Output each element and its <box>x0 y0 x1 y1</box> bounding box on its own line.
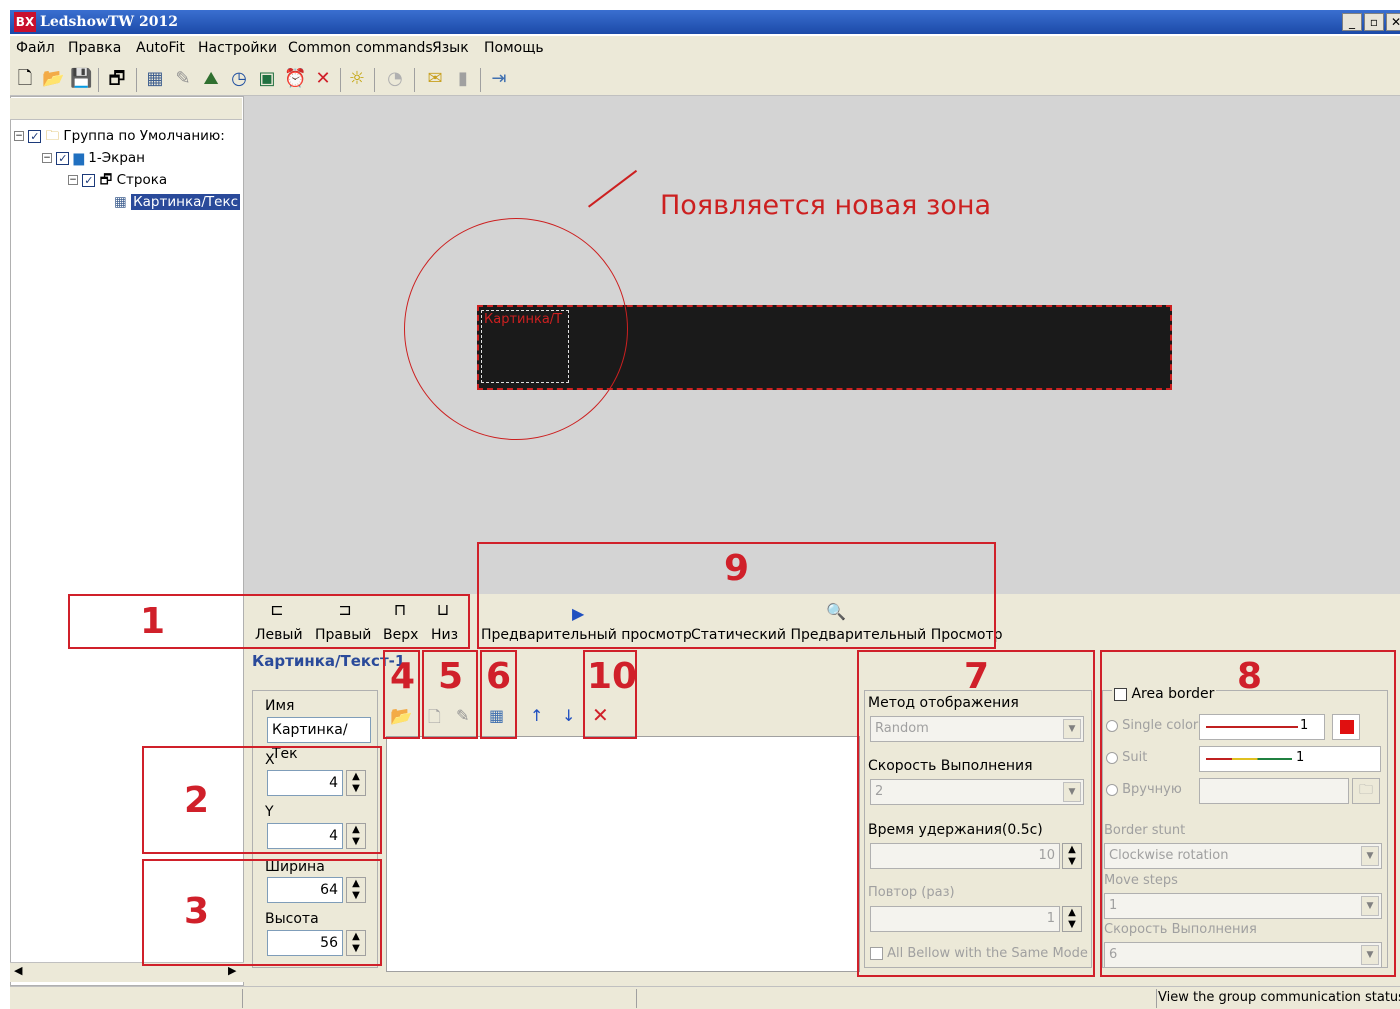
maximize-button[interactable]: ▫ <box>1364 13 1384 31</box>
toolbar-separator <box>480 68 481 92</box>
status-divider <box>242 989 243 1008</box>
tree-row-label: Строка <box>116 172 168 188</box>
name-label: Имя <box>265 698 295 714</box>
callout-box-2 <box>142 746 382 854</box>
save-icon[interactable]: 💾 <box>70 68 92 90</box>
usb-icon[interactable]: ▮ <box>452 68 474 90</box>
callout-box-1 <box>68 594 470 649</box>
move-up-icon[interactable]: ↑ <box>530 706 543 725</box>
window-title: LedshowTW 2012 <box>40 14 178 30</box>
menu-file[interactable]: Файл <box>16 40 55 56</box>
callout-number-1: 1 <box>140 601 166 642</box>
send-icon[interactable]: ✉ <box>424 68 446 90</box>
open-folder-icon[interactable]: 📂 <box>42 68 64 90</box>
callout-box-8 <box>1100 650 1396 977</box>
toolbar-separator <box>98 68 99 92</box>
tree-item-label: Картинка/Текс <box>131 194 241 210</box>
collapse-icon[interactable]: − <box>42 153 52 163</box>
delete-icon[interactable]: ✕ <box>312 68 334 90</box>
callout-box-3 <box>142 859 382 966</box>
callout-box-7 <box>857 650 1095 977</box>
main-toolbar: 🗋 📂 💾 🗗 ▦ ✎ ⛰ ◷ ▣ ⏰ ✕ ☼ ◔ ✉ ▮ ⇥ <box>10 62 1400 96</box>
clock-icon[interactable]: ◷ <box>228 68 250 90</box>
menu-common-commands[interactable]: Common commands <box>288 40 433 56</box>
status-divider <box>1156 989 1157 1008</box>
menu-settings[interactable]: Настройки <box>198 40 277 56</box>
app-logo: BX <box>14 12 36 32</box>
picture-text-icon: ▦ <box>114 194 127 210</box>
tree-header <box>10 98 242 120</box>
callout-number-9: 9 <box>724 548 750 589</box>
checkbox-checked-icon[interactable]: ✓ <box>82 173 96 187</box>
collapse-icon[interactable]: − <box>68 175 78 185</box>
monitor-icon: ▆ <box>73 150 84 166</box>
status-divider <box>636 989 637 1008</box>
toolbar-separator <box>340 68 341 92</box>
scroll-left-icon[interactable]: ◀ <box>14 964 22 977</box>
tree-screen-label: 1-Экран <box>88 150 145 166</box>
callout-number-8: 8 <box>1237 656 1263 697</box>
status-text: View the group communication status <box>1158 990 1400 1005</box>
tree-group-label: Группа по Умолчанию: <box>63 128 225 144</box>
picture-text-icon[interactable]: ▦ <box>144 68 166 90</box>
folder-icon: 🗀 <box>45 128 60 144</box>
exit-icon[interactable]: ⇥ <box>488 68 510 90</box>
tree-screen[interactable]: − ✓ ▆ 1-Экран <box>42 148 145 168</box>
toolbar-separator <box>414 68 415 92</box>
callout-number-6: 6 <box>486 656 512 697</box>
name-field[interactable]: Картинка/Тек <box>267 717 371 762</box>
item-list[interactable] <box>386 736 860 972</box>
tree-item[interactable]: ▦ Картинка/Текс <box>114 192 244 212</box>
timer-icon[interactable]: ◔ <box>384 68 406 90</box>
windows-icon[interactable]: 🗗 <box>106 68 128 90</box>
menu-help[interactable]: Помощь <box>484 40 544 56</box>
brightness-icon[interactable]: ☼ <box>346 68 368 90</box>
annotation-text: Появляется новая зона <box>660 190 992 221</box>
collapse-icon[interactable]: − <box>14 131 24 141</box>
image-icon[interactable]: ⛰ <box>200 68 222 90</box>
windows-icon: 🗗 <box>99 172 113 188</box>
callout-number-3: 3 <box>184 891 210 932</box>
toolbar-separator <box>136 68 137 92</box>
callout-number-5: 5 <box>438 656 464 697</box>
new-file-icon[interactable]: 🗋 <box>14 68 36 90</box>
callout-number-4: 4 <box>390 656 416 697</box>
menu-bar: Файл Правка AutoFit Настройки Common com… <box>10 36 1400 62</box>
annotation-circle <box>404 218 628 440</box>
menu-autofit[interactable]: AutoFit <box>136 40 185 56</box>
digital-clock-icon[interactable]: ▣ <box>256 68 278 90</box>
callout-number-2: 2 <box>184 780 210 821</box>
edit-icon[interactable]: ✎ <box>172 68 194 90</box>
move-down-icon[interactable]: ↓ <box>562 706 575 725</box>
alarm-icon[interactable]: ⏰ <box>284 68 306 90</box>
tree-row[interactable]: − ✓ 🗗 Строка <box>68 170 167 190</box>
checkbox-checked-icon[interactable]: ✓ <box>56 151 70 165</box>
callout-number-7: 7 <box>964 656 990 697</box>
close-button[interactable]: ✕ <box>1386 13 1400 31</box>
title-bar: BX LedshowTW 2012 _ ▫ ✕ <box>10 10 1400 34</box>
menu-language[interactable]: Язык <box>432 40 469 56</box>
toolbar-separator <box>374 68 375 92</box>
menu-edit[interactable]: Правка <box>68 40 121 56</box>
status-bar: View the group communication status <box>10 986 1400 1009</box>
minimize-button[interactable]: _ <box>1342 13 1362 31</box>
tree-group[interactable]: − ✓ 🗀 Группа по Умолчанию: <box>14 126 225 146</box>
checkbox-checked-icon[interactable]: ✓ <box>28 129 42 143</box>
callout-number-10: 10 <box>587 656 638 697</box>
